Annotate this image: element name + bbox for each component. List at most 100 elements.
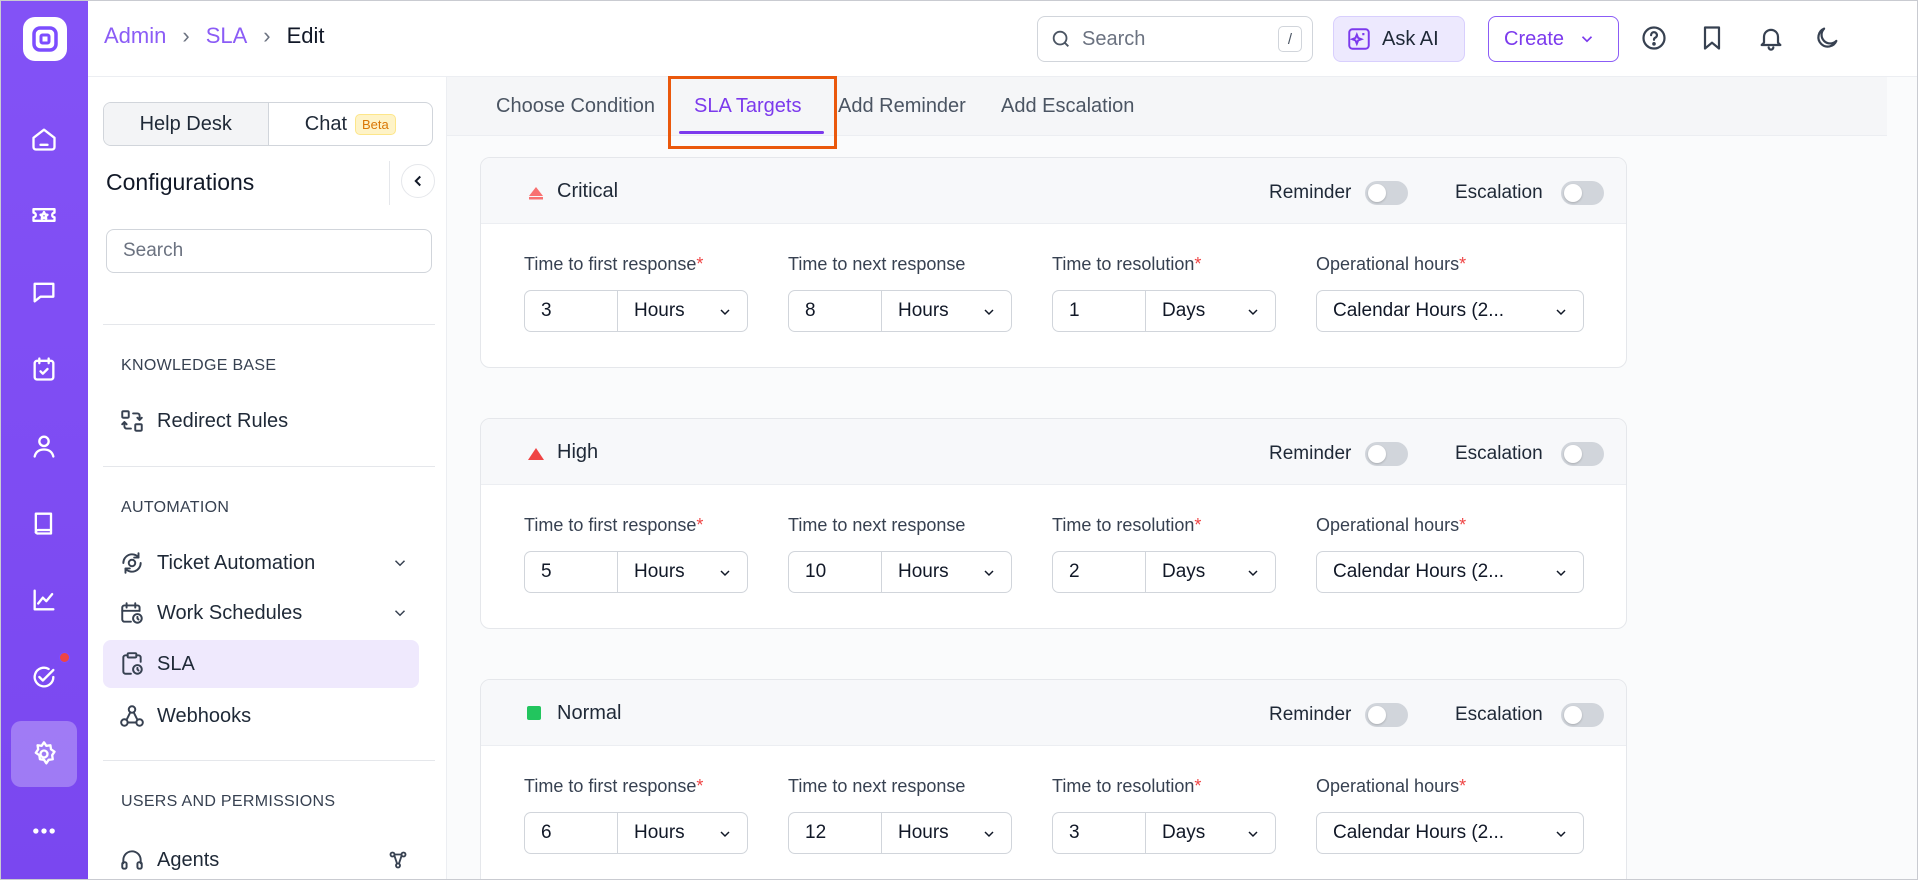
- first-response-unit-select[interactable]: Hours: [617, 812, 748, 854]
- next-response-value-input[interactable]: 8: [788, 290, 881, 332]
- escalation-toggle[interactable]: [1561, 181, 1604, 205]
- sla-target-card-critical: Critical Reminder Escalation Time to fir…: [480, 157, 1627, 368]
- nav-ticket-automation-label: Ticket Automation: [157, 551, 316, 574]
- bell-icon[interactable]: [1755, 22, 1787, 54]
- app-logo-icon[interactable]: [23, 17, 67, 61]
- chevron-down-icon: [984, 831, 994, 838]
- card-header: Critical Reminder Escalation: [481, 158, 1626, 224]
- nav-ticket-automation[interactable]: Ticket Automation: [103, 539, 419, 587]
- resolution-value-input[interactable]: 3: [1052, 812, 1145, 854]
- chat-icon[interactable]: [22, 270, 66, 314]
- resolution-unit-select[interactable]: Days: [1145, 812, 1276, 854]
- more-icon[interactable]: [22, 809, 66, 853]
- chevron-left-icon: [414, 175, 421, 187]
- nav-webhooks-label: Webhooks: [157, 704, 252, 727]
- search-placeholder: Search: [1082, 27, 1146, 50]
- tab-choose-condition[interactable]: Choose Condition: [496, 95, 655, 118]
- breadcrumb-current: Edit: [286, 23, 325, 48]
- reminder-label: Reminder: [1269, 443, 1352, 464]
- tasks-icon[interactable]: [22, 347, 66, 391]
- chevron-down-icon: [720, 831, 730, 838]
- tab-add-escalation[interactable]: Add Escalation: [1001, 95, 1134, 118]
- search-shortcut-key: /: [1278, 26, 1302, 52]
- tab-help-desk[interactable]: Help Desk: [104, 103, 269, 145]
- first-response-value-input[interactable]: 5: [524, 551, 617, 593]
- nav-agents[interactable]: Agents: [103, 836, 419, 879]
- first-response-value-input[interactable]: 6: [524, 812, 617, 854]
- escalation-toggle[interactable]: [1561, 703, 1604, 727]
- resolution-unit-select[interactable]: Days: [1145, 551, 1276, 593]
- tab-add-reminder[interactable]: Add Reminder: [838, 95, 966, 118]
- tab-chat[interactable]: Chat Beta: [269, 103, 433, 145]
- global-search-input[interactable]: Search /: [1037, 16, 1313, 62]
- first-response-unit-select[interactable]: Hours: [617, 290, 748, 332]
- next-response-unit-select[interactable]: Hours: [881, 812, 1012, 854]
- nav-redirect-rules[interactable]: Redirect Rules: [103, 397, 419, 445]
- ask-ai-button[interactable]: Ask AI: [1333, 16, 1465, 62]
- bookmark-icon[interactable]: [1696, 22, 1728, 54]
- next-response-value-input[interactable]: 10: [788, 551, 881, 593]
- chevron-down-icon: [984, 570, 994, 577]
- create-label: Create: [1504, 27, 1565, 50]
- configurations-title: Configurations: [106, 169, 255, 195]
- card-body: Time to first response* 5 Hours Time to …: [481, 485, 1626, 628]
- resolution-unit-select[interactable]: Days: [1145, 290, 1276, 332]
- next-response-label: Time to next response: [788, 254, 966, 274]
- tab-help-desk-label: Help Desk: [139, 112, 232, 135]
- card-body: Time to first response* 6 Hours Time to …: [481, 746, 1626, 879]
- help-icon[interactable]: [1638, 22, 1670, 54]
- escalation-label: Escalation: [1455, 443, 1543, 464]
- escalation-toggle[interactable]: [1561, 442, 1604, 466]
- create-button[interactable]: Create: [1488, 16, 1619, 62]
- reports-icon[interactable]: [22, 578, 66, 622]
- main-content: Choose Condition SLA Targets Add Reminde…: [447, 76, 1917, 879]
- search-icon: [1052, 30, 1069, 47]
- reminder-toggle[interactable]: [1365, 442, 1408, 466]
- divider: [103, 760, 435, 761]
- reminder-toggle[interactable]: [1365, 703, 1408, 727]
- home-icon[interactable]: [22, 117, 66, 161]
- collapse-sidebar-button[interactable]: [401, 164, 435, 198]
- chevron-down-icon: [394, 610, 406, 617]
- breadcrumb-sla[interactable]: SLA: [206, 23, 248, 49]
- settings-icon[interactable]: [11, 721, 77, 787]
- chevron-down-icon: [1248, 831, 1258, 838]
- next-response-label: Time to next response: [788, 515, 966, 535]
- normal-priority-icon: [527, 706, 541, 720]
- ticket-icon[interactable]: [22, 193, 66, 237]
- chevron-down-icon: [720, 309, 730, 316]
- approvals-icon[interactable]: [22, 655, 66, 699]
- nav-webhooks[interactable]: Webhooks: [103, 692, 419, 740]
- next-response-unit-select[interactable]: Hours: [881, 290, 1012, 332]
- critical-priority-icon: [529, 187, 543, 200]
- contacts-icon[interactable]: [22, 424, 66, 468]
- chevron-down-icon: [984, 309, 994, 316]
- nav-sla[interactable]: SLA: [103, 640, 419, 688]
- nav-work-schedules[interactable]: Work Schedules: [103, 589, 419, 637]
- operational-hours-select[interactable]: Calendar Hours (2...: [1316, 812, 1584, 854]
- first-response-value-input[interactable]: 3: [524, 290, 617, 332]
- resolution-label: Time to resolution*: [1052, 254, 1202, 274]
- first-response-unit-select[interactable]: Hours: [617, 551, 748, 593]
- breadcrumb-admin[interactable]: Admin: [104, 23, 166, 49]
- clipboard-clock-icon: [122, 652, 143, 675]
- resolution-label: Time to resolution*: [1052, 515, 1202, 535]
- next-response-value-input[interactable]: 12: [788, 812, 881, 854]
- first-response-label: Time to first response*: [524, 776, 704, 796]
- reminder-label: Reminder: [1269, 182, 1352, 203]
- operational-hours-select[interactable]: Calendar Hours (2...: [1316, 290, 1584, 332]
- reminder-label: Reminder: [1269, 704, 1352, 725]
- resolution-value-input[interactable]: 2: [1052, 551, 1145, 593]
- config-search-input[interactable]: Search: [106, 229, 432, 273]
- breadcrumb-separator: ›: [263, 23, 271, 48]
- sla-target-card-high: High Reminder Escalation Time to first r…: [480, 418, 1627, 629]
- chevron-down-icon: [1556, 570, 1566, 577]
- knowledge-base-icon[interactable]: [22, 501, 66, 545]
- operational-hours-select[interactable]: Calendar Hours (2...: [1316, 551, 1584, 593]
- resolution-value-input[interactable]: 1: [1052, 290, 1145, 332]
- next-response-unit-select[interactable]: Hours: [881, 551, 1012, 593]
- card-header: High Reminder Escalation: [481, 419, 1626, 485]
- automation-icon: [122, 552, 142, 574]
- dark-mode-moon-icon[interactable]: [1811, 22, 1843, 54]
- reminder-toggle[interactable]: [1365, 181, 1408, 205]
